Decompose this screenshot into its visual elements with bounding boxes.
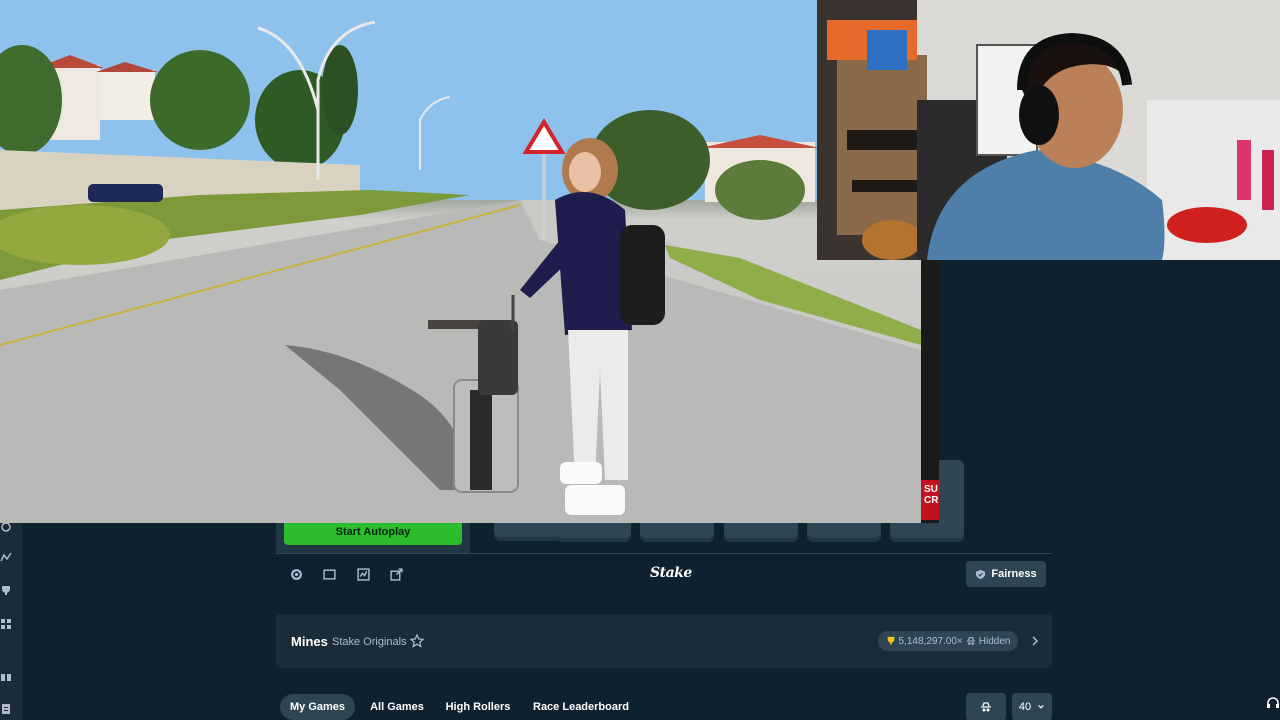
tab-race-leaderboard[interactable]: Race Leaderboard	[526, 694, 636, 720]
incognito-toggle-button[interactable]	[966, 693, 1006, 720]
trophy-icon	[887, 636, 894, 645]
page-size-value: 40	[1018, 701, 1032, 713]
document-icon[interactable]	[0, 702, 12, 716]
webcam-overlay	[817, 0, 1280, 260]
bets-tabs: My Games All Games High Rollers Race Lea…	[276, 690, 640, 720]
stats-icon[interactable]	[355, 566, 371, 582]
incognito-icon	[966, 637, 975, 645]
star-icon[interactable]	[410, 634, 424, 648]
max-multiplier-pill[interactable]: 5,148,297.00× Hidden	[878, 631, 1018, 651]
fairness-button[interactable]: Fairness	[966, 561, 1046, 587]
game-toolbar: Stake Fairness	[276, 553, 1052, 595]
chevron-right-icon[interactable]	[1030, 634, 1040, 648]
page-size-select[interactable]: 40	[1012, 693, 1052, 720]
incognito-icon	[981, 702, 991, 712]
tab-all-games[interactable]: All Games	[362, 694, 432, 720]
streamer-webcam-image	[817, 0, 1280, 260]
game-title[interactable]: Mines	[291, 634, 328, 649]
street-scene-image	[0, 0, 921, 523]
game-info-bar: Mines Stake Originals 5,148,297.00× Hidd…	[276, 614, 1052, 668]
hidden-label: Hidden	[978, 635, 1011, 647]
popout-icon[interactable]	[388, 566, 404, 582]
stake-logo: Stake	[650, 565, 692, 581]
stream-photo-overlay	[0, 0, 921, 523]
game-provider[interactable]: Stake Originals	[332, 636, 407, 648]
chevron-down-icon	[1038, 704, 1044, 709]
promo-badge: SU CR	[921, 480, 939, 520]
gift-icon[interactable]	[0, 669, 12, 683]
trophy-icon[interactable]	[0, 583, 12, 597]
settings-icon[interactable]	[288, 566, 304, 582]
theatre-mode-icon[interactable]	[321, 566, 337, 582]
tab-high-rollers[interactable]: High Rollers	[438, 694, 518, 720]
headset-icon[interactable]	[1266, 696, 1280, 710]
fairness-label: Fairness	[991, 568, 1037, 580]
casino-icon[interactable]	[0, 550, 12, 564]
max-multiplier-value: 5,148,297.00×	[898, 635, 963, 647]
grid-icon[interactable]	[0, 617, 12, 631]
tab-my-games[interactable]: My Games	[280, 694, 355, 720]
shield-check-icon	[976, 569, 986, 579]
